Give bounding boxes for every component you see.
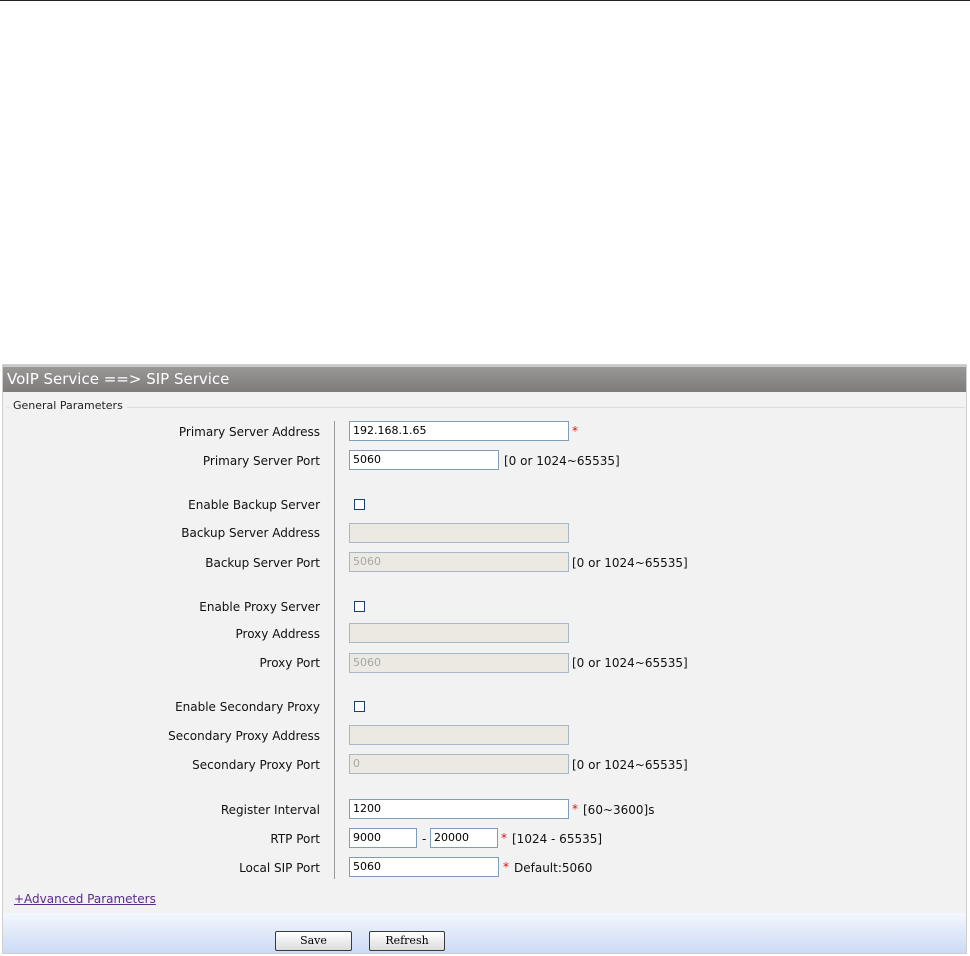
backup-server-port-range: [0 or 1024~65535] — [572, 556, 688, 570]
enable-backup-server-checkbox[interactable] — [354, 499, 365, 510]
sip-service-panel: VoIP Service ==> SIP Service General Par… — [2, 364, 967, 954]
proxy-port-input[interactable]: 5060 — [349, 653, 569, 673]
primary-server-port-label: Primary Server Port — [202, 454, 320, 468]
secondary-proxy-port-input[interactable]: 0 — [349, 754, 569, 774]
primary-server-address-input[interactable]: 192.168.1.65 — [349, 421, 569, 441]
page-title: VoIP Service ==> SIP Service — [3, 365, 966, 392]
rtp-port-end-input[interactable]: 20000 — [430, 828, 498, 848]
secondary-proxy-port-range: [0 or 1024~65535] — [572, 758, 688, 772]
local-sip-port-input[interactable]: 5060 — [349, 857, 499, 877]
refresh-button[interactable]: Refresh — [369, 931, 445, 951]
required-mark: * — [572, 802, 578, 816]
primary-server-address-label: Primary Server Address — [178, 425, 320, 439]
footer-bar — [3, 913, 966, 953]
secondary-proxy-port-label: Secondary Proxy Port — [192, 758, 320, 772]
group-divider — [7, 407, 965, 408]
enable-proxy-server-label: Enable Proxy Server — [199, 600, 320, 614]
backup-server-port-input[interactable]: 5060 — [349, 552, 569, 572]
top-rule — [0, 0, 970, 1]
local-sip-port-label: Local SIP Port — [239, 861, 320, 875]
enable-backup-server-label: Enable Backup Server — [188, 498, 320, 512]
backup-server-address-input[interactable] — [349, 523, 569, 543]
rtp-port-label: RTP Port — [270, 832, 320, 846]
rtp-port-separator: - — [422, 832, 427, 846]
proxy-address-label: Proxy Address — [235, 627, 320, 641]
proxy-address-input[interactable] — [349, 623, 569, 643]
rtp-port-start-input[interactable]: 9000 — [349, 828, 417, 848]
save-button[interactable]: Save — [275, 931, 352, 951]
required-mark: * — [501, 831, 507, 845]
register-interval-label: Register Interval — [220, 803, 320, 817]
primary-server-port-range: [0 or 1024~65535] — [504, 454, 620, 468]
secondary-proxy-address-label: Secondary Proxy Address — [168, 729, 320, 743]
enable-secondary-proxy-checkbox[interactable] — [354, 701, 365, 712]
register-interval-range: [60~3600]s — [583, 803, 655, 817]
label-column-divider — [334, 421, 335, 879]
primary-server-port-input[interactable]: 5060 — [349, 450, 499, 470]
register-interval-input[interactable]: 1200 — [349, 799, 569, 819]
advanced-parameters-link[interactable]: +Advanced Parameters — [14, 892, 156, 906]
enable-proxy-server-checkbox[interactable] — [354, 601, 365, 612]
secondary-proxy-address-input[interactable] — [349, 725, 569, 745]
required-mark: * — [572, 424, 578, 438]
backup-server-address-label: Backup Server Address — [181, 526, 320, 540]
proxy-port-range: [0 or 1024~65535] — [572, 656, 688, 670]
required-mark: * — [503, 860, 509, 874]
enable-secondary-proxy-label: Enable Secondary Proxy — [175, 700, 320, 714]
rtp-port-range: [1024 - 65535] — [512, 832, 603, 846]
proxy-port-label: Proxy Port — [259, 656, 320, 670]
group-legend: General Parameters — [9, 399, 127, 412]
local-sip-port-default: Default:5060 — [514, 861, 593, 875]
backup-server-port-label: Backup Server Port — [205, 556, 320, 570]
